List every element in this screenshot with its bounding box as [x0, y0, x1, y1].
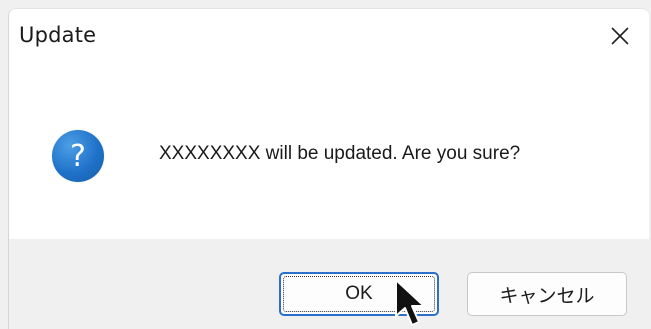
title-bar: Update [9, 9, 649, 81]
dialog-content: ? XXXXXXXX will be updated. Are you sure… [9, 81, 649, 239]
question-icon: ? [52, 130, 104, 182]
cancel-button-label: キャンセル [499, 285, 595, 307]
close-button[interactable] [603, 19, 637, 53]
arrow-cursor-icon [395, 279, 425, 326]
close-icon [611, 27, 629, 45]
button-bar: OK キャンセル [9, 239, 649, 329]
dialog-title: Update [19, 23, 97, 47]
confirm-dialog: Update ? XXXXXXXX will be updated. Are y… [8, 8, 649, 329]
cancel-button[interactable]: キャンセル [467, 272, 627, 316]
question-glyph: ? [70, 138, 86, 174]
dialog-message: XXXXXXXX will be updated. Are you sure? [159, 143, 521, 164]
